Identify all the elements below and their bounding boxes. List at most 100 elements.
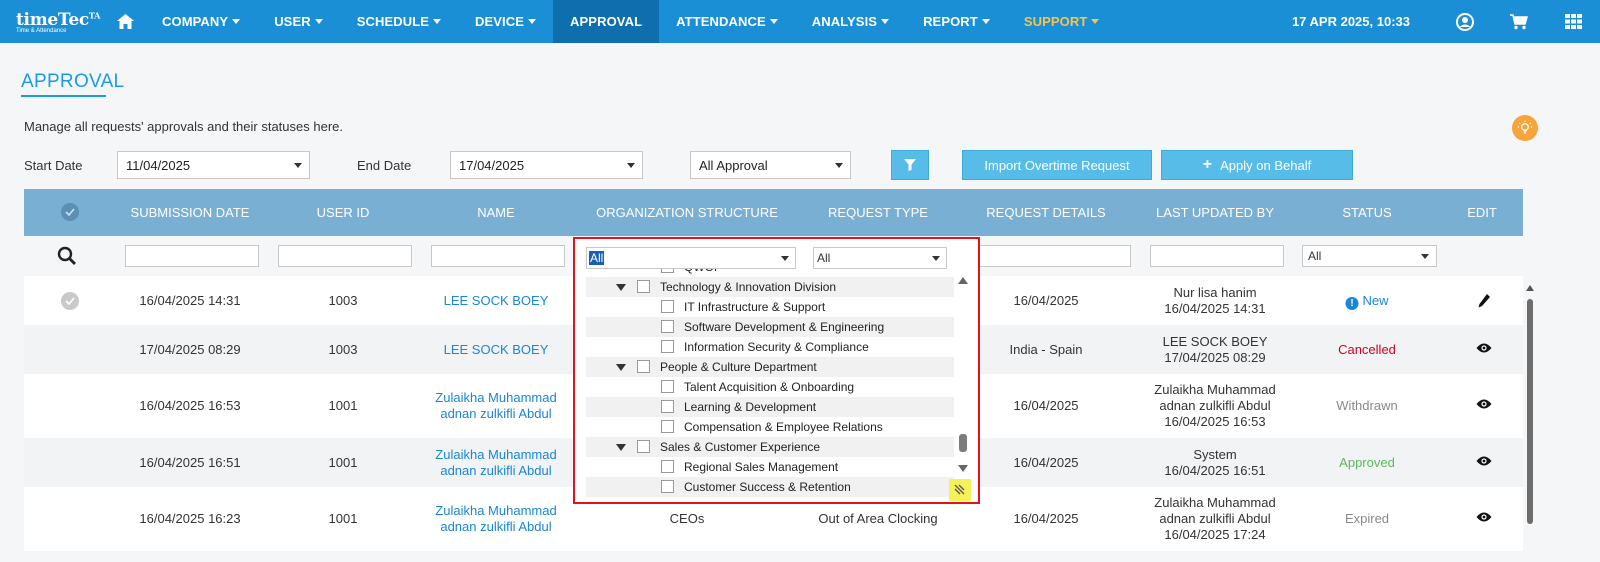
name-link[interactable]: Zulaikha Muhammad adnan zulkifli Abdul [435,503,556,535]
col-user-id[interactable]: USER ID [317,205,370,220]
nav-report[interactable]: REPORT [906,0,1007,43]
start-date-select[interactable]: 11/04/2025 [117,151,310,179]
chevron-down-icon [881,19,890,24]
tree-scroll-up-icon[interactable] [958,277,968,284]
expand-toggle-icon[interactable] [616,284,626,291]
org-tree-node[interactable]: Technology & Innovation Division [586,277,954,297]
scroll-up-icon[interactable] [1526,285,1534,291]
user-id-cell: 1001 [328,511,358,526]
org-tree-node[interactable]: Sales & Customer Experience [586,437,954,457]
eye-icon[interactable] [1476,455,1492,471]
filter-user-id-input[interactable] [278,245,412,267]
status-badge: Expired [1344,511,1390,526]
org-node-checkbox[interactable] [637,280,650,293]
filter-button[interactable] [891,150,929,180]
request-details-cell: 16/04/2025 [1013,398,1079,413]
end-date-select[interactable]: 17/04/2025 [450,151,643,179]
org-node-checkbox[interactable] [637,440,650,453]
col-last-updated-by[interactable]: LAST UPDATED BY [1156,205,1274,220]
lightbulb-icon[interactable] [1512,115,1538,141]
org-node-checkbox[interactable] [661,460,674,473]
tree-scroll-thumb[interactable] [959,434,967,452]
nav-company[interactable]: COMPANY [145,0,257,43]
nav-user[interactable]: USER [257,0,340,43]
select-all-checkbox[interactable] [61,203,79,221]
expand-toggle-icon[interactable] [616,364,626,371]
nav-support[interactable]: SUPPORT [1007,0,1117,43]
org-tree-scrollbar[interactable] [956,269,970,497]
name-link[interactable]: LEE SOCK BOEY [444,293,549,309]
cart-icon[interactable] [1492,0,1546,43]
nav-label: USER [274,14,311,29]
table-scrollbar[interactable] [1525,283,1535,553]
status-badge: Withdrawn [1336,398,1398,413]
org-node-checkbox[interactable] [661,300,674,313]
search-icon[interactable] [57,246,77,271]
org-tree-node[interactable]: Software Development & Engineering [586,317,954,337]
org-node-checkbox[interactable] [661,340,674,353]
brand-name: timeTec [16,9,89,30]
org-node-checkbox[interactable] [661,320,674,333]
nav-analysis[interactable]: ANALYSIS [795,0,906,43]
org-tree-node[interactable]: Talent Acquisition & Onboarding [586,377,954,397]
org-structure-select[interactable]: All [586,247,796,269]
org-node-checkbox[interactable] [661,380,674,393]
filter-status-select[interactable]: All [1302,245,1437,267]
scrollbar-thumb[interactable] [1527,299,1533,524]
filter-last-updated-input[interactable] [1150,245,1284,267]
approval-type-select[interactable]: All Approval [690,151,851,179]
grid-icon[interactable] [1546,0,1600,43]
col-status[interactable]: STATUS [1342,205,1391,220]
request-type-select[interactable]: All [813,247,947,269]
nav-device[interactable]: DEVICE [458,0,553,43]
col-request-type[interactable]: REQUEST TYPE [828,205,928,220]
org-tree-node[interactable]: QWOP [586,269,954,277]
filter-name-input[interactable] [431,245,565,267]
col-submission-date[interactable]: SUBMISSION DATE [131,205,250,220]
brand-sup: TA [88,9,101,20]
col-org-structure[interactable]: ORGANIZATION STRUCTURE [596,205,778,220]
resize-handle-icon[interactable] [949,479,971,501]
row-select-checkbox[interactable] [61,292,79,310]
eye-icon[interactable] [1476,398,1492,414]
expand-toggle-icon[interactable] [616,444,626,451]
eye-icon[interactable] [1476,342,1492,358]
org-structure-dropdown[interactable]: All All QWOP Technology & Innovation Divi… [573,237,980,504]
table-header: SUBMISSION DATE USER ID NAME ORGANIZATIO… [24,189,1523,236]
org-node-checkbox[interactable] [661,480,674,493]
user-circle-icon[interactable] [1438,0,1492,43]
name-link[interactable]: Zulaikha Muhammad adnan zulkifli Abdul [435,447,556,479]
col-name[interactable]: NAME [477,205,515,220]
submission-date-cell: 16/04/2025 16:23 [139,511,241,526]
org-node-checkbox[interactable] [661,400,674,413]
pencil-icon[interactable] [1477,293,1491,313]
name-link[interactable]: LEE SOCK BOEY [444,342,549,358]
org-tree-node[interactable]: Information Security & Compliance [586,337,954,357]
col-request-details[interactable]: REQUEST DETAILS [986,205,1105,220]
name-link[interactable]: Zulaikha Muhammad adnan zulkifli Abdul [435,390,556,422]
filter-request-details-input[interactable] [966,245,1131,267]
org-tree-node[interactable]: People & Culture Department [586,357,954,377]
org-tree-node[interactable]: Compensation & Employee Relations [586,417,954,437]
timetec-logo[interactable]: timeTecTA Time & Attendance [0,0,105,43]
nav-attendance[interactable]: ATTENDANCE [659,0,795,43]
nav-label: SUPPORT [1023,14,1088,29]
org-node-checkbox[interactable] [661,420,674,433]
org-node-checkbox[interactable] [637,360,650,373]
chevron-down-icon [433,19,442,24]
apply-on-behalf-button[interactable]: + Apply on Behalf [1161,150,1353,180]
import-overtime-button[interactable]: Import Overtime Request [962,150,1152,180]
org-tree-node[interactable]: IT Infrastructure & Support [586,297,954,317]
home-icon[interactable] [105,0,145,43]
tree-scroll-down-icon[interactable] [958,465,968,472]
nav-approval[interactable]: APPROVAL [553,0,660,43]
nav-schedule[interactable]: SCHEDULE [340,0,458,43]
org-tree-node[interactable]: Customer Success & Retention [586,477,954,497]
org-tree-node[interactable]: Learning & Development [586,397,954,417]
user-id-cell: 1001 [328,398,358,413]
chevron-down-icon [769,19,778,24]
eye-icon[interactable] [1476,511,1492,527]
org-tree-node[interactable]: Regional Sales Management [586,457,954,477]
filter-submission-date-input[interactable] [125,245,259,267]
org-node-checkbox[interactable] [661,269,674,273]
